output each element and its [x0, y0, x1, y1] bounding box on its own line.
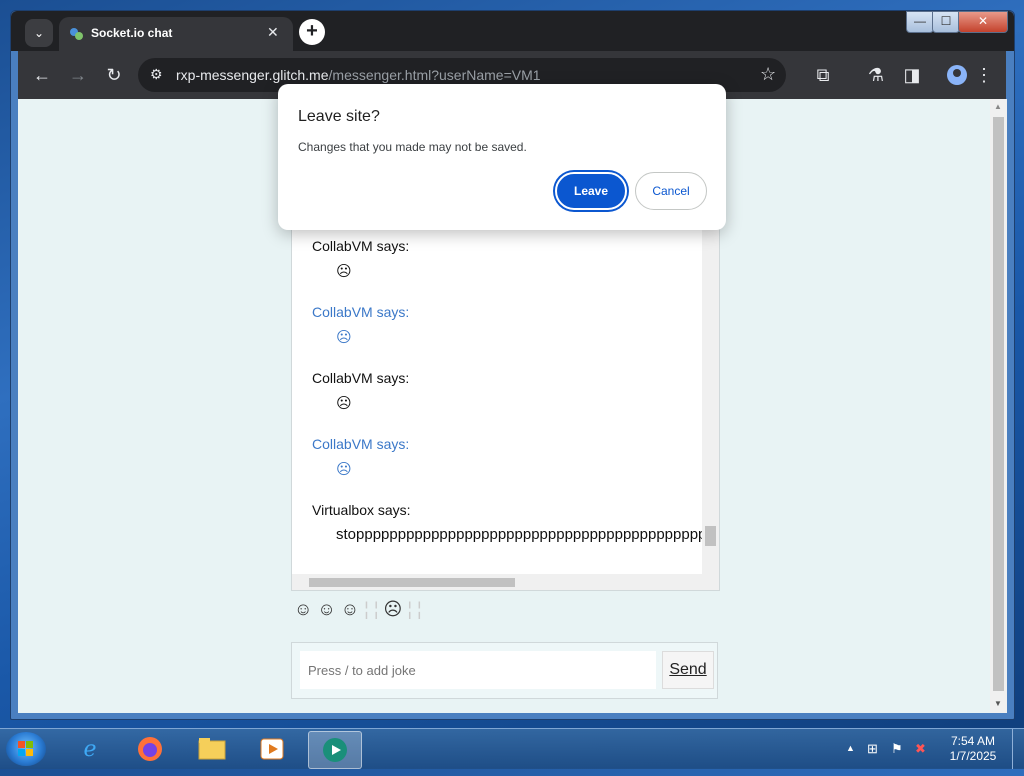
- scroll-thumb[interactable]: [309, 578, 515, 587]
- volume-muted-icon[interactable]: ✖: [915, 741, 926, 757]
- leave-site-dialog: Leave site? Changes that you made may no…: [278, 84, 726, 230]
- bookmark-star-icon[interactable]: ☆: [760, 64, 776, 85]
- tab-close-icon[interactable]: ✕: [267, 24, 279, 41]
- scroll-up-icon[interactable]: ▲: [994, 102, 1002, 111]
- site-info-icon[interactable]: ⚙: [150, 66, 163, 83]
- clock-date: 1/7/2025: [949, 749, 997, 763]
- scroll-thumb[interactable]: [993, 117, 1004, 691]
- tab-socketio-chat[interactable]: Socket.io chat ✕: [59, 17, 293, 51]
- message-body: ☹: [336, 395, 352, 412]
- show-desktop-button[interactable]: [1012, 729, 1024, 769]
- message-sender: CollabVM says:: [312, 436, 410, 452]
- frown-emoji[interactable]: ☹: [384, 599, 403, 619]
- profile-avatar-icon[interactable]: [947, 65, 967, 85]
- page-scrollbar[interactable]: ▲ ▼: [990, 99, 1007, 713]
- clock-time: 7:54 AM: [950, 734, 996, 748]
- file-explorer-icon[interactable]: [186, 731, 238, 767]
- system-clock[interactable]: 7:54 AM 1/7/2025: [940, 734, 1006, 764]
- reload-icon[interactable]: ↻: [104, 65, 124, 85]
- minimize-button[interactable]: —: [906, 11, 934, 33]
- url-host: rxp-messenger.glitch.me: [176, 67, 329, 83]
- favicon-icon: [69, 27, 83, 41]
- extensions-icon[interactable]: ⧉: [813, 65, 833, 85]
- media-player-icon[interactable]: [246, 731, 298, 767]
- message-body: ☹: [336, 461, 352, 478]
- dialog-message: Changes that you made may not be saved.: [298, 140, 527, 154]
- smile-emoji[interactable]: ☺: [341, 599, 359, 619]
- cancel-button[interactable]: Cancel: [635, 172, 707, 210]
- scroll-down-icon[interactable]: ▼: [994, 699, 1002, 708]
- internet-explorer-icon[interactable]: ℯ: [64, 731, 116, 767]
- labs-flask-icon[interactable]: ⚗: [866, 65, 886, 85]
- emoji-placeholder[interactable]: ¦: [374, 599, 379, 619]
- tab-search-button[interactable]: ⌄: [25, 19, 53, 47]
- maximize-button[interactable]: ☐: [932, 11, 960, 33]
- chat-vertical-scrollbar[interactable]: [702, 226, 719, 574]
- chat-log: CollabVM says: ☹ CollabVM says: ☹ Collab…: [291, 225, 720, 591]
- url-text[interactable]: rxp-messenger.glitch.me/messenger.html?u…: [176, 67, 541, 83]
- tab-title: Socket.io chat: [91, 26, 173, 40]
- firefox-icon[interactable]: [124, 731, 176, 767]
- smile-emoji[interactable]: ☺: [294, 599, 312, 619]
- forward-arrow-icon[interactable]: →: [68, 65, 88, 85]
- message-body: ☹: [336, 263, 352, 280]
- emoji-placeholder[interactable]: ¦: [407, 599, 412, 619]
- chat-horizontal-scrollbar[interactable]: [292, 574, 719, 590]
- send-button[interactable]: Send: [662, 651, 714, 689]
- message-body: ☹: [336, 329, 352, 346]
- start-button[interactable]: [6, 732, 46, 766]
- close-window-button[interactable]: ✕: [958, 11, 1008, 33]
- network-icon[interactable]: ⊞: [867, 741, 878, 757]
- scroll-thumb[interactable]: [705, 526, 716, 546]
- message-body: stoppppppppppppppppppppppppppppppppppppp…: [336, 526, 720, 543]
- action-center-flag-icon[interactable]: ⚑: [891, 741, 903, 757]
- menu-kebab-icon[interactable]: ⋮: [974, 65, 994, 85]
- leave-button[interactable]: Leave: [555, 172, 627, 210]
- send-label: Send: [669, 661, 707, 678]
- taskbar: ℯ ▲ ⊞ ⚑ ✖ 7:54 AM 1/7/2025: [0, 728, 1024, 769]
- joke-input[interactable]: [300, 651, 656, 689]
- emoji-picker: ☺ ☺ ☺ ¦ ¦ ☹ ¦ ¦: [294, 599, 494, 621]
- message-sender: CollabVM says:: [312, 370, 410, 386]
- emoji-placeholder[interactable]: ¦: [417, 599, 422, 619]
- tray-expand-icon[interactable]: ▲: [846, 743, 855, 753]
- emoji-placeholder[interactable]: ¦: [364, 599, 369, 619]
- message-sender: CollabVM says:: [312, 238, 410, 254]
- message-sender: Virtualbox says:: [312, 502, 411, 518]
- message-form: Send: [291, 642, 718, 699]
- back-arrow-icon[interactable]: ←: [32, 65, 52, 85]
- side-panel-icon[interactable]: ◨: [902, 65, 922, 85]
- dialog-title: Leave site?: [298, 108, 380, 125]
- new-tab-button[interactable]: +: [299, 19, 325, 45]
- message-sender: CollabVM says:: [312, 304, 410, 320]
- chat-app-icon[interactable]: [308, 731, 362, 769]
- smile-emoji[interactable]: ☺: [317, 599, 335, 619]
- url-path: /messenger.html?userName=VM1: [328, 67, 541, 83]
- tab-strip: ⌄ Socket.io chat ✕ + — ☐ ✕: [11, 11, 1014, 51]
